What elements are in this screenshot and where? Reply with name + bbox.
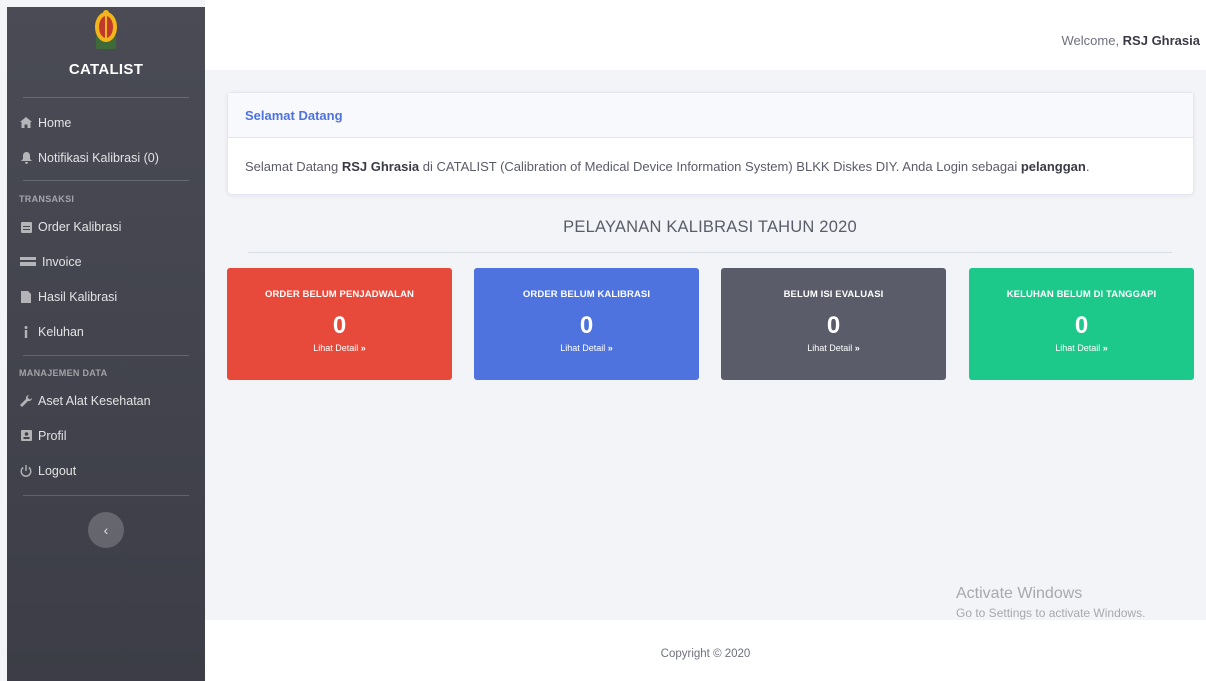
title-divider xyxy=(248,252,1172,253)
sidebar: CATALIST Home Notifikasi Kalibrasi (0) T… xyxy=(7,7,205,681)
section-heading-manajemen-data: MANAJEMEN DATA xyxy=(19,368,108,378)
sidebar-item-label: Aset Alat Kesehatan xyxy=(38,393,151,408)
id-card-icon xyxy=(19,429,33,443)
user-welcome[interactable]: Welcome, RSJ Ghrasia xyxy=(1062,33,1201,48)
user-name: RSJ Ghrasia xyxy=(1122,33,1200,48)
sidebar-item-label: Profil xyxy=(38,428,67,443)
welcome-prefix: Welcome, xyxy=(1061,33,1123,48)
wrench-icon xyxy=(19,394,33,408)
watermark-title: Activate Windows xyxy=(956,585,1083,602)
sidebar-item-profil[interactable]: Profil xyxy=(7,418,205,453)
stat-label: KELUHAN BELUM DI TANGGAPI xyxy=(1006,289,1157,300)
welcome-text: . xyxy=(1085,159,1090,174)
sidebar-item-invoice[interactable]: Invoice xyxy=(7,244,205,279)
watermark-subtitle: Go to Settings to activate Windows. xyxy=(956,606,1146,620)
logo-emblem xyxy=(95,10,117,49)
link-label: Lihat Detail xyxy=(560,343,606,353)
chevron-left-icon: ‹ xyxy=(103,522,109,538)
stat-card-belum-isi-evaluasi: BELUM ISI EVALUASI 0 Lihat Detail » xyxy=(721,268,946,380)
sidebar-item-label: Logout xyxy=(38,463,77,478)
double-chevron-right-icon: » xyxy=(1102,343,1108,353)
windows-activation-watermark: Activate Windows Go to Settings to activ… xyxy=(956,585,1145,620)
sidebar-item-aset-alat-kesehatan[interactable]: Aset Alat Kesehatan xyxy=(7,383,205,418)
sidebar-brand[interactable]: CATALIST xyxy=(7,7,205,97)
stat-card-order-belum-penjadwalan: ORDER BELUM PENJADWALAN 0 Lihat Detail » xyxy=(227,268,452,380)
lihat-detail-link[interactable]: Lihat Detail » xyxy=(474,343,699,353)
lihat-detail-link[interactable]: Lihat Detail » xyxy=(227,343,452,353)
link-label: Lihat Detail xyxy=(807,343,853,353)
sidebar-item-home[interactable]: Home xyxy=(7,105,205,140)
copyright-text: Copyright © 2020 xyxy=(660,648,751,660)
sidebar-item-hasil-kalibrasi[interactable]: Hasil Kalibrasi xyxy=(7,279,205,314)
power-icon xyxy=(19,464,33,478)
page-title: PELAYANAN KALIBRASI TAHUN 2020 xyxy=(563,218,857,236)
welcome-text: di CATALIST (Calibration of Medical Devi… xyxy=(419,159,1021,174)
sidebar-item-logout[interactable]: Logout xyxy=(7,453,205,488)
stat-label: ORDER BELUM PENJADWALAN xyxy=(264,289,415,300)
double-chevron-right-icon: » xyxy=(360,343,366,353)
stat-label: ORDER BELUM KALIBRASI xyxy=(522,289,651,300)
topbar: Welcome, RSJ Ghrasia xyxy=(205,0,1206,70)
sidebar-item-label: Hasil Kalibrasi xyxy=(38,289,118,304)
welcome-role: pelanggan xyxy=(1020,159,1086,174)
stat-card-order-belum-kalibrasi: ORDER BELUM KALIBRASI 0 Lihat Detail » xyxy=(474,268,699,380)
welcome-card-body: Selamat Datang RSJ Ghrasia di CATALIST (… xyxy=(228,138,1193,195)
lihat-detail-link[interactable]: Lihat Detail » xyxy=(969,343,1194,353)
file-icon xyxy=(19,290,33,304)
invoice-icon xyxy=(19,255,37,269)
sidebar-item-label: Invoice xyxy=(42,254,82,269)
sidebar-item-label: Order Kalibrasi xyxy=(38,219,122,234)
footer: Copyright © 2020 xyxy=(205,620,1206,681)
section-heading-transaksi: TRANSAKSI xyxy=(19,194,75,204)
stat-value: 0 xyxy=(826,312,841,339)
stat-label: BELUM ISI EVALUASI xyxy=(783,289,884,300)
sidebar-item-label: Home xyxy=(38,115,72,130)
sidebar-item-notifikasi[interactable]: Notifikasi Kalibrasi (0) xyxy=(7,140,205,175)
stat-value: 0 xyxy=(332,312,347,339)
home-icon xyxy=(19,116,33,130)
stat-card-keluhan-belum-di-tanggapi: KELUHAN BELUM DI TANGGAPI 0 Lihat Detail… xyxy=(969,268,1194,380)
lihat-detail-link[interactable]: Lihat Detail » xyxy=(721,343,946,353)
clipboard-icon xyxy=(19,220,33,234)
link-label: Lihat Detail xyxy=(313,343,359,353)
stat-value: 0 xyxy=(579,312,594,339)
link-label: Lihat Detail xyxy=(1055,343,1101,353)
sidebar-item-keluhan[interactable]: Keluhan xyxy=(7,314,205,349)
double-chevron-right-icon: » xyxy=(607,343,613,353)
sidebar-item-label: Keluhan xyxy=(38,324,84,339)
double-chevron-right-icon: » xyxy=(854,343,860,353)
brand-name: CATALIST xyxy=(68,61,144,78)
welcome-user: RSJ Ghrasia xyxy=(341,159,420,174)
welcome-card-header: Selamat Datang xyxy=(228,93,1193,138)
sidebar-item-order-kalibrasi[interactable]: Order Kalibrasi xyxy=(7,209,205,244)
sidebar-toggle-button[interactable]: ‹ xyxy=(88,512,124,548)
welcome-card: Selamat Datang Selamat Datang RSJ Ghrasi… xyxy=(227,92,1194,195)
info-icon xyxy=(19,325,33,339)
sidebar-item-label: Notifikasi Kalibrasi (0) xyxy=(38,150,159,165)
bell-icon xyxy=(19,151,33,165)
stat-value: 0 xyxy=(1074,312,1089,339)
welcome-text: Selamat Datang xyxy=(245,159,342,174)
